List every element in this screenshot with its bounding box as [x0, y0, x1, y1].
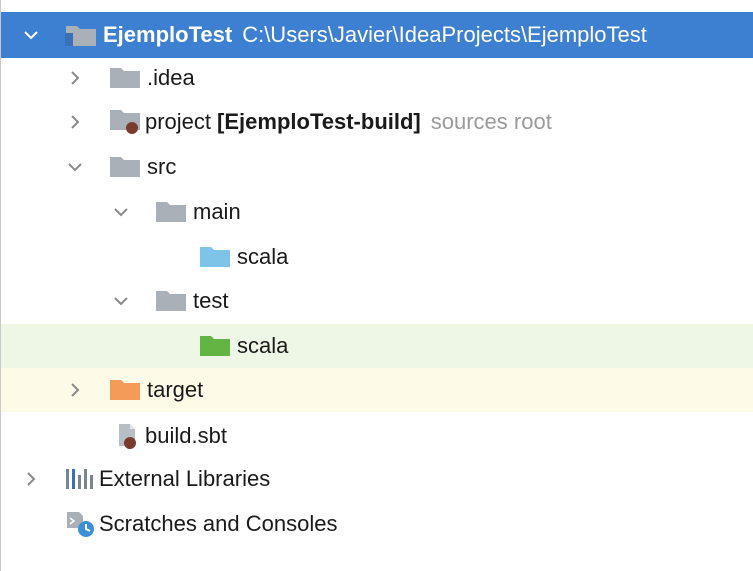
chevron-right-icon[interactable]	[67, 114, 83, 130]
sbt-project-folder-icon	[109, 109, 143, 135]
chevron-right-icon[interactable]	[67, 382, 83, 398]
folder-icon	[109, 156, 141, 178]
folder-icon	[155, 290, 187, 312]
chevron-down-icon[interactable]	[67, 159, 83, 175]
tree-item-src[interactable]: src	[1, 145, 753, 189]
tree-item-label: src	[147, 154, 177, 179]
chevron-right-icon[interactable]	[67, 70, 83, 86]
excluded-folder-icon	[109, 379, 141, 401]
module-folder-icon	[65, 23, 97, 47]
tree-item-test[interactable]: test	[1, 279, 753, 323]
tree-item-label: test	[193, 288, 229, 313]
chevron-right-icon[interactable]	[23, 471, 39, 487]
chevron-down-icon[interactable]	[23, 27, 39, 43]
project-tree-panel: EjemploTest C:\Users\Javier\IdeaProjects…	[0, 0, 753, 571]
tree-item-external-libraries[interactable]: External Libraries	[1, 457, 753, 501]
tree-item-test-scala[interactable]: scala	[1, 324, 753, 368]
test-source-folder-icon	[199, 335, 231, 357]
root-name: EjemploTest	[103, 22, 233, 47]
chevron-down-icon[interactable]	[113, 293, 129, 309]
tree-root-row[interactable]: EjemploTest C:\Users\Javier\IdeaProjects…	[1, 12, 753, 58]
module-name: [EjemploTest-build]	[217, 109, 421, 134]
tree-item-target[interactable]: target	[1, 368, 753, 412]
tree-item-label: project	[145, 109, 212, 134]
tree-item-label: Scratches and Consoles	[99, 511, 338, 536]
tree-item-label: scala	[237, 333, 289, 358]
libraries-icon	[65, 467, 95, 491]
tree-item-label: External Libraries	[99, 466, 271, 491]
tree-item-build-sbt[interactable]: build.sbt	[1, 414, 753, 458]
root-path: C:\Users\Javier\IdeaProjects\EjemploTest	[242, 22, 647, 47]
tree-item-main[interactable]: main	[1, 190, 753, 234]
tree-item-label: build.sbt	[145, 423, 227, 448]
tree-item-main-scala[interactable]: scala	[1, 235, 753, 279]
folder-icon	[109, 67, 141, 89]
tree-item-project[interactable]: project [EjemploTest-build] sources root	[1, 100, 753, 144]
scratches-icon	[65, 510, 97, 538]
source-folder-icon	[199, 246, 231, 268]
sbt-file-icon	[113, 422, 143, 450]
sources-root-hint: sources root	[430, 109, 552, 134]
tree-item-scratches[interactable]: Scratches and Consoles	[1, 502, 753, 546]
tree-item-label: target	[147, 377, 204, 402]
chevron-down-icon[interactable]	[113, 204, 129, 220]
tree-item-idea[interactable]: .idea	[1, 56, 753, 100]
folder-icon	[155, 201, 187, 223]
tree-item-label: main	[193, 199, 241, 224]
tree-item-label: scala	[237, 244, 289, 269]
tree-item-label: .idea	[147, 65, 195, 90]
